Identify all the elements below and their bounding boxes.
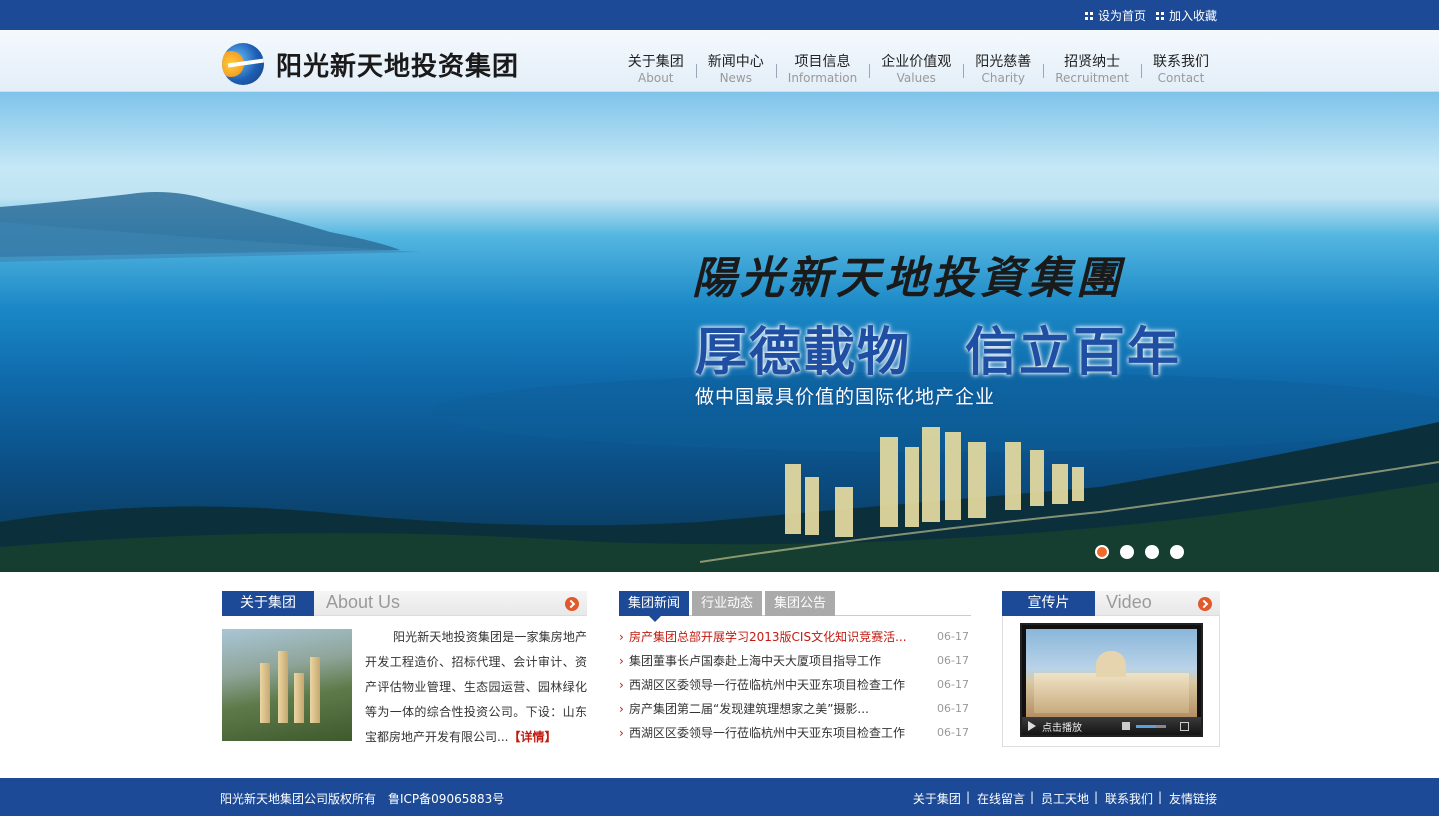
about-image xyxy=(222,629,352,741)
copyright-text: 阳光新天地集团公司版权所有 xyxy=(220,792,377,806)
player-controls: 点击播放 xyxy=(1022,717,1201,735)
nav-label-en: Values xyxy=(896,71,936,85)
news-title: 集团董事长卢国泰赴上海中天大厦项目指导工作 xyxy=(629,654,882,668)
site-footer: 阳光新天地集团公司版权所有鲁ICP备09065883号 关于集团 在线留言 员工… xyxy=(0,778,1439,816)
footer-link-staff[interactable]: 员工天地 xyxy=(1030,790,1097,807)
top-bar: 设为首页 加入收藏 xyxy=(0,0,1439,30)
tab-industry-news[interactable]: 行业动态 xyxy=(692,591,762,616)
about-text: 阳光新天地投资集团是一家集房地产开发工程造价、招标代理、会计审计、资产评估物业管… xyxy=(365,625,587,750)
banner-subtitle: 做中国最具价值的国际化地产企业 xyxy=(695,386,996,408)
news-title: 房产集团总部开展学习2013版CIS文化知识竞赛活... xyxy=(629,630,907,644)
main-nav: 关于集团 About 新闻中心 News 项目信息 Information 企业价值观… xyxy=(616,54,1221,86)
site-header: 阳光新天地投资集团 关于集团 About 新闻中心 News 项目信息 Informa… xyxy=(0,30,1439,92)
about-en-title: About Us xyxy=(326,592,401,612)
footer-link-contact[interactable]: 联系我们 xyxy=(1094,790,1161,807)
about-more-icon[interactable] xyxy=(565,597,579,611)
nav-item-about[interactable]: 关于集团 About xyxy=(616,54,696,86)
video-en-title: Video xyxy=(1106,592,1152,612)
nav-item-information[interactable]: 项目信息 Information xyxy=(775,54,869,86)
news-date: 06-17 xyxy=(937,654,969,667)
news-date: 06-17 xyxy=(937,702,969,715)
play-label: 点击播放 xyxy=(1042,722,1082,734)
carousel-dot[interactable] xyxy=(1145,545,1159,559)
top-links: 设为首页 加入收藏 xyxy=(1084,7,1217,24)
grid-icon xyxy=(1084,11,1093,20)
icp-number: 鲁ICP备09065883号 xyxy=(388,792,505,806)
banner-slogan: 厚德載物 信立百年 xyxy=(695,323,1182,383)
news-list: 房产集团总部开展学习2013版CIS文化知识竞赛活... 06-17 集团董事长卢… xyxy=(619,626,971,746)
nav-label-en: Contact xyxy=(1157,71,1205,85)
hero-banner[interactable]: 陽光新天地投資集團 厚德載物 信立百年 做中国最具价值的国际化地产企业 xyxy=(0,92,1439,572)
logo[interactable]: 阳光新天地投资集团 xyxy=(222,43,519,85)
news-item[interactable]: 房产集团第二届“发现建筑理想家之美”摄影... 06-17 xyxy=(619,698,971,722)
video-tag: 宣传片 xyxy=(1002,591,1095,616)
news-date: 06-17 xyxy=(937,678,969,691)
banner-calligraphy: 陽光新天地投資集團 xyxy=(692,253,1124,304)
carousel-dot[interactable] xyxy=(1095,545,1109,559)
news-date: 06-17 xyxy=(937,726,969,739)
news-tabs: 集团新闻 行业动态 集团公告 xyxy=(619,591,971,622)
play-icon[interactable] xyxy=(1028,721,1036,731)
nav-label-cn: 关于集团 xyxy=(627,54,684,70)
carousel-dot[interactable] xyxy=(1170,545,1184,559)
logo-text: 阳光新天地投资集团 xyxy=(276,51,520,82)
nav-item-charity[interactable]: 阳光慈善 Charity xyxy=(963,54,1043,86)
footer-links: 关于集团 在线留言 员工天地 联系我们 友情链接 xyxy=(905,790,1217,807)
volume-icon[interactable] xyxy=(1122,722,1130,730)
news-item[interactable]: 房产集团总部开展学习2013版CIS文化知识竞赛活... 06-17 xyxy=(619,626,971,650)
nav-label-cn: 联系我们 xyxy=(1153,54,1209,70)
set-homepage-label: 设为首页 xyxy=(1097,9,1146,23)
news-item[interactable]: 集团董事长卢国泰赴上海中天大厦项目指导工作 06-17 xyxy=(619,650,971,674)
set-homepage-link[interactable]: 设为首页 xyxy=(1084,7,1146,24)
carousel-dots xyxy=(1095,545,1184,559)
footer-link-message[interactable]: 在线留言 xyxy=(966,790,1033,807)
news-item[interactable]: 西湖区区委领导一行莅临杭州中天亚东项目检查工作 06-17 xyxy=(619,722,971,746)
about-detail-link[interactable]: 【详情】 xyxy=(508,730,556,744)
nav-label-en: Charity xyxy=(981,71,1025,85)
about-tag: 关于集团 xyxy=(222,591,314,616)
about-description: 阳光新天地投资集团是一家集房地产开发工程造价、招标代理、会计审计、资产评估物业管… xyxy=(365,630,587,744)
nav-item-recruitment[interactable]: 招贤纳士 Recruitment xyxy=(1043,54,1141,86)
news-item[interactable]: 西湖区区委领导一行莅临杭州中天亚东项目检查工作 06-17 xyxy=(619,674,971,698)
carousel-dot[interactable] xyxy=(1120,545,1134,559)
news-title: 西湖区区委领导一行莅临杭州中天亚东项目检查工作 xyxy=(629,726,906,740)
nav-label-en: Recruitment xyxy=(1055,71,1129,85)
nav-label-en: About xyxy=(638,71,674,85)
video-more-icon[interactable] xyxy=(1198,597,1212,611)
tab-announcements[interactable]: 集团公告 xyxy=(765,591,835,616)
volume-slider[interactable] xyxy=(1136,724,1166,728)
grid-icon xyxy=(1155,11,1164,20)
nav-item-contact[interactable]: 联系我们 Contact xyxy=(1141,54,1221,86)
video-header: 宣传片 Video xyxy=(1002,591,1220,616)
add-favorite-link[interactable]: 加入收藏 xyxy=(1155,7,1217,24)
add-favorite-label: 加入收藏 xyxy=(1168,9,1217,23)
footer-link-friends[interactable]: 友情链接 xyxy=(1158,790,1217,807)
nav-label-cn: 阳光慈善 xyxy=(975,54,1032,70)
nav-label-cn: 项目信息 xyxy=(794,54,851,70)
nav-item-news[interactable]: 新闻中心 News xyxy=(695,54,776,86)
footer-link-about[interactable]: 关于集团 xyxy=(905,790,969,807)
nav-label-cn: 企业价值观 xyxy=(881,54,952,70)
nav-label-en: Information xyxy=(787,71,858,85)
nav-label-en: News xyxy=(719,71,752,85)
news-date: 06-17 xyxy=(937,630,969,643)
nav-label-cn: 招贤纳士 xyxy=(1064,54,1121,70)
news-title: 房产集团第二届“发现建筑理想家之美”摄影... xyxy=(629,702,869,716)
nav-item-values[interactable]: 企业价值观 Values xyxy=(869,54,963,86)
video-thumbnail xyxy=(1026,629,1197,717)
nav-label-cn: 新闻中心 xyxy=(707,54,764,70)
about-header: 关于集团 About Us xyxy=(222,591,587,616)
tab-group-news[interactable]: 集团新闻 xyxy=(619,591,689,622)
logo-mark-icon xyxy=(222,43,264,85)
news-title: 西湖区区委领导一行莅临杭州中天亚东项目检查工作 xyxy=(629,678,906,692)
video-player[interactable]: 点击播放 xyxy=(1020,623,1203,737)
copyright: 阳光新天地集团公司版权所有 鲁ICP备09065883号 xyxy=(220,790,504,807)
fullscreen-icon[interactable] xyxy=(1180,721,1189,731)
